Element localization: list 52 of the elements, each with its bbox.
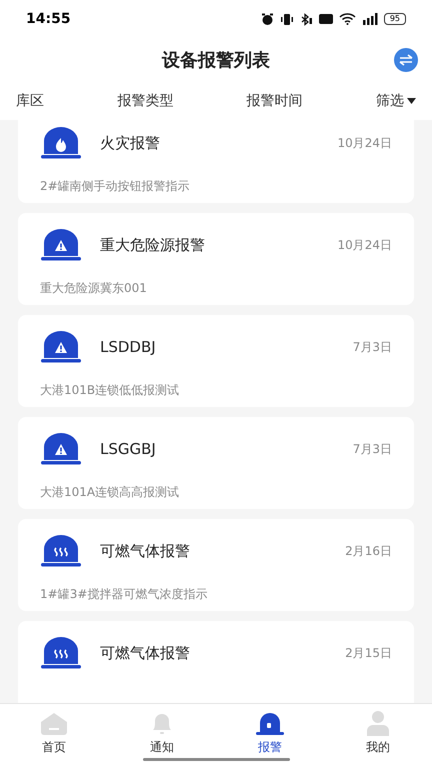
alarm-title: 可燃气体报警 [100, 540, 191, 562]
battery-icon: 95 [384, 13, 406, 25]
nav-tab[interactable]: 报警 [216, 704, 324, 768]
wifi-icon [338, 13, 356, 25]
alarm-card[interactable]: 重大危险源报警 10月24日 重大危险源冀东001 [18, 213, 414, 305]
alarm-title: 重大危险源报警 [100, 234, 206, 256]
user-icon [365, 710, 391, 736]
alarm-card[interactable]: LSDDBJ 7月3日 大港101B连锁低低报测试 [18, 315, 414, 407]
alarm-description: 大港101B连锁低低报测试 [40, 382, 180, 399]
gas-alarm-icon [40, 535, 82, 567]
page-title: 设备报警列表 [162, 48, 270, 72]
gas-alarm-icon [40, 637, 82, 669]
status-time: 14:55 [26, 10, 71, 28]
alarm-title: LSGGBJ [100, 438, 157, 460]
filter-tab[interactable]: 报警类型 [117, 90, 174, 112]
alarm-title: 可燃气体报警 [100, 642, 191, 664]
alarm-card[interactable]: 火灾报警 10月24日 2#罐南侧手动按钮报警指示 [18, 120, 414, 203]
alarm-description: 大港101A连锁高高报测试 [40, 484, 180, 501]
alarm-card[interactable]: LSGGBJ 7月3日 大港101A连锁高高报测试 [18, 417, 414, 509]
filter-tab[interactable]: 报警时间 [246, 90, 303, 112]
bluetooth-icon [300, 12, 313, 26]
fire-alarm-icon [40, 127, 82, 159]
alarm-clock-icon [260, 12, 274, 26]
caret-icon [406, 98, 416, 104]
alarm-card[interactable]: 可燃气体报警 2月15日 [18, 621, 414, 703]
vibrate-icon [280, 12, 294, 26]
swap-arrows-icon [398, 54, 414, 66]
warning-alarm-icon [40, 433, 82, 465]
nav-tab[interactable]: 首页 [0, 704, 108, 768]
alarm-card[interactable]: 可燃气体报警 2月16日 1#罐3#搅拌器可燃气浓度指示 [18, 519, 414, 611]
alarm-date: 7月3日 [352, 339, 392, 356]
alarm-icon [255, 712, 285, 736]
warning-alarm-icon [40, 331, 82, 363]
switch-button[interactable] [394, 48, 418, 72]
warning-alarm-icon [40, 229, 82, 261]
nav-tab[interactable]: 通知 [108, 704, 216, 768]
alarm-description: 1#罐3#搅拌器可燃气浓度指示 [40, 586, 208, 603]
alarm-title: 火灾报警 [100, 132, 161, 154]
alarm-title: LSDDBJ [100, 336, 157, 358]
filter-tab[interactable]: 筛选 [376, 90, 416, 112]
alarm-date: 2月15日 [345, 645, 392, 662]
home-icon [39, 712, 69, 736]
alarm-date: 10月24日 [337, 237, 392, 254]
nav-tab[interactable]: 我的 [324, 704, 432, 768]
signal-icon [362, 13, 378, 25]
hd-icon [318, 14, 333, 24]
alarm-date: 2月16日 [345, 543, 392, 560]
alarm-description: 重大危险源冀东001 [40, 280, 148, 297]
alarm-date: 10月24日 [337, 135, 392, 152]
filter-tab[interactable]: 库区 [16, 90, 44, 112]
alarm-description: 2#罐南侧手动按钮报警指示 [40, 178, 191, 195]
alarm-date: 7月3日 [352, 441, 392, 458]
